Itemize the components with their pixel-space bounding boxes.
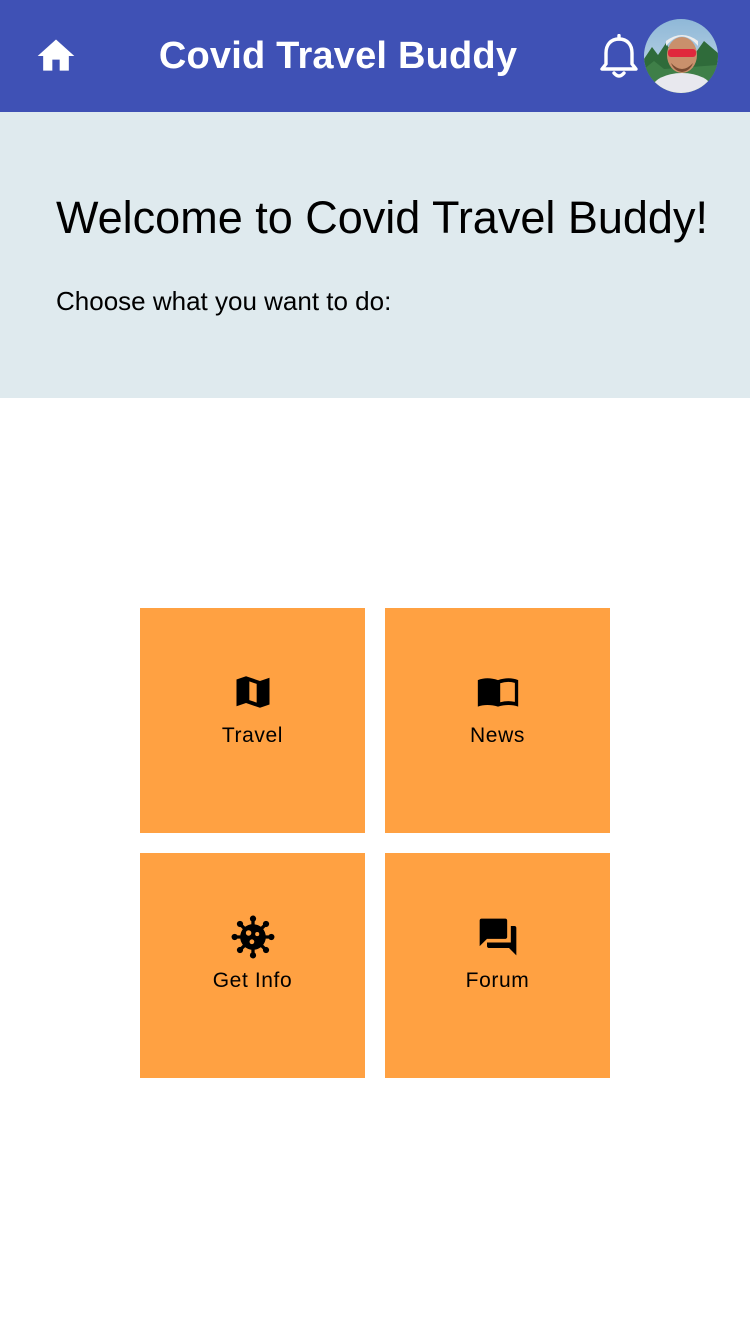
app-bar: Covid Travel Buddy <box>0 0 750 112</box>
welcome-subtitle: Choose what you want to do: <box>56 286 392 316</box>
news-tile[interactable]: News <box>385 608 610 833</box>
avatar-photo <box>644 19 718 93</box>
welcome-banner: Welcome to Covid Travel Buddy! Choose wh… <box>0 112 750 398</box>
map-icon <box>236 676 269 708</box>
welcome-title: Welcome to Covid Travel Buddy! <box>56 192 708 243</box>
forum-tile-label: Forum <box>465 969 530 992</box>
get-info-tile[interactable]: Get Info <box>140 853 365 1078</box>
user-avatar[interactable] <box>644 19 718 93</box>
travel-tile-label: Travel <box>221 724 284 747</box>
virus-icon <box>231 915 274 959</box>
app-title: Covid Travel Buddy <box>158 35 518 77</box>
book-open-icon <box>477 678 518 707</box>
get-info-tile-label: Get Info <box>212 969 293 992</box>
forum-icon <box>479 918 516 956</box>
forum-tile[interactable]: Forum <box>385 853 610 1078</box>
travel-tile[interactable]: Travel <box>140 608 365 833</box>
bell-outline-icon <box>600 33 638 78</box>
notifications-button[interactable] <box>598 33 640 80</box>
news-tile-label: News <box>470 724 525 747</box>
app-root: Covid Travel Buddy Welcome to Covid Trav… <box>0 0 750 1334</box>
